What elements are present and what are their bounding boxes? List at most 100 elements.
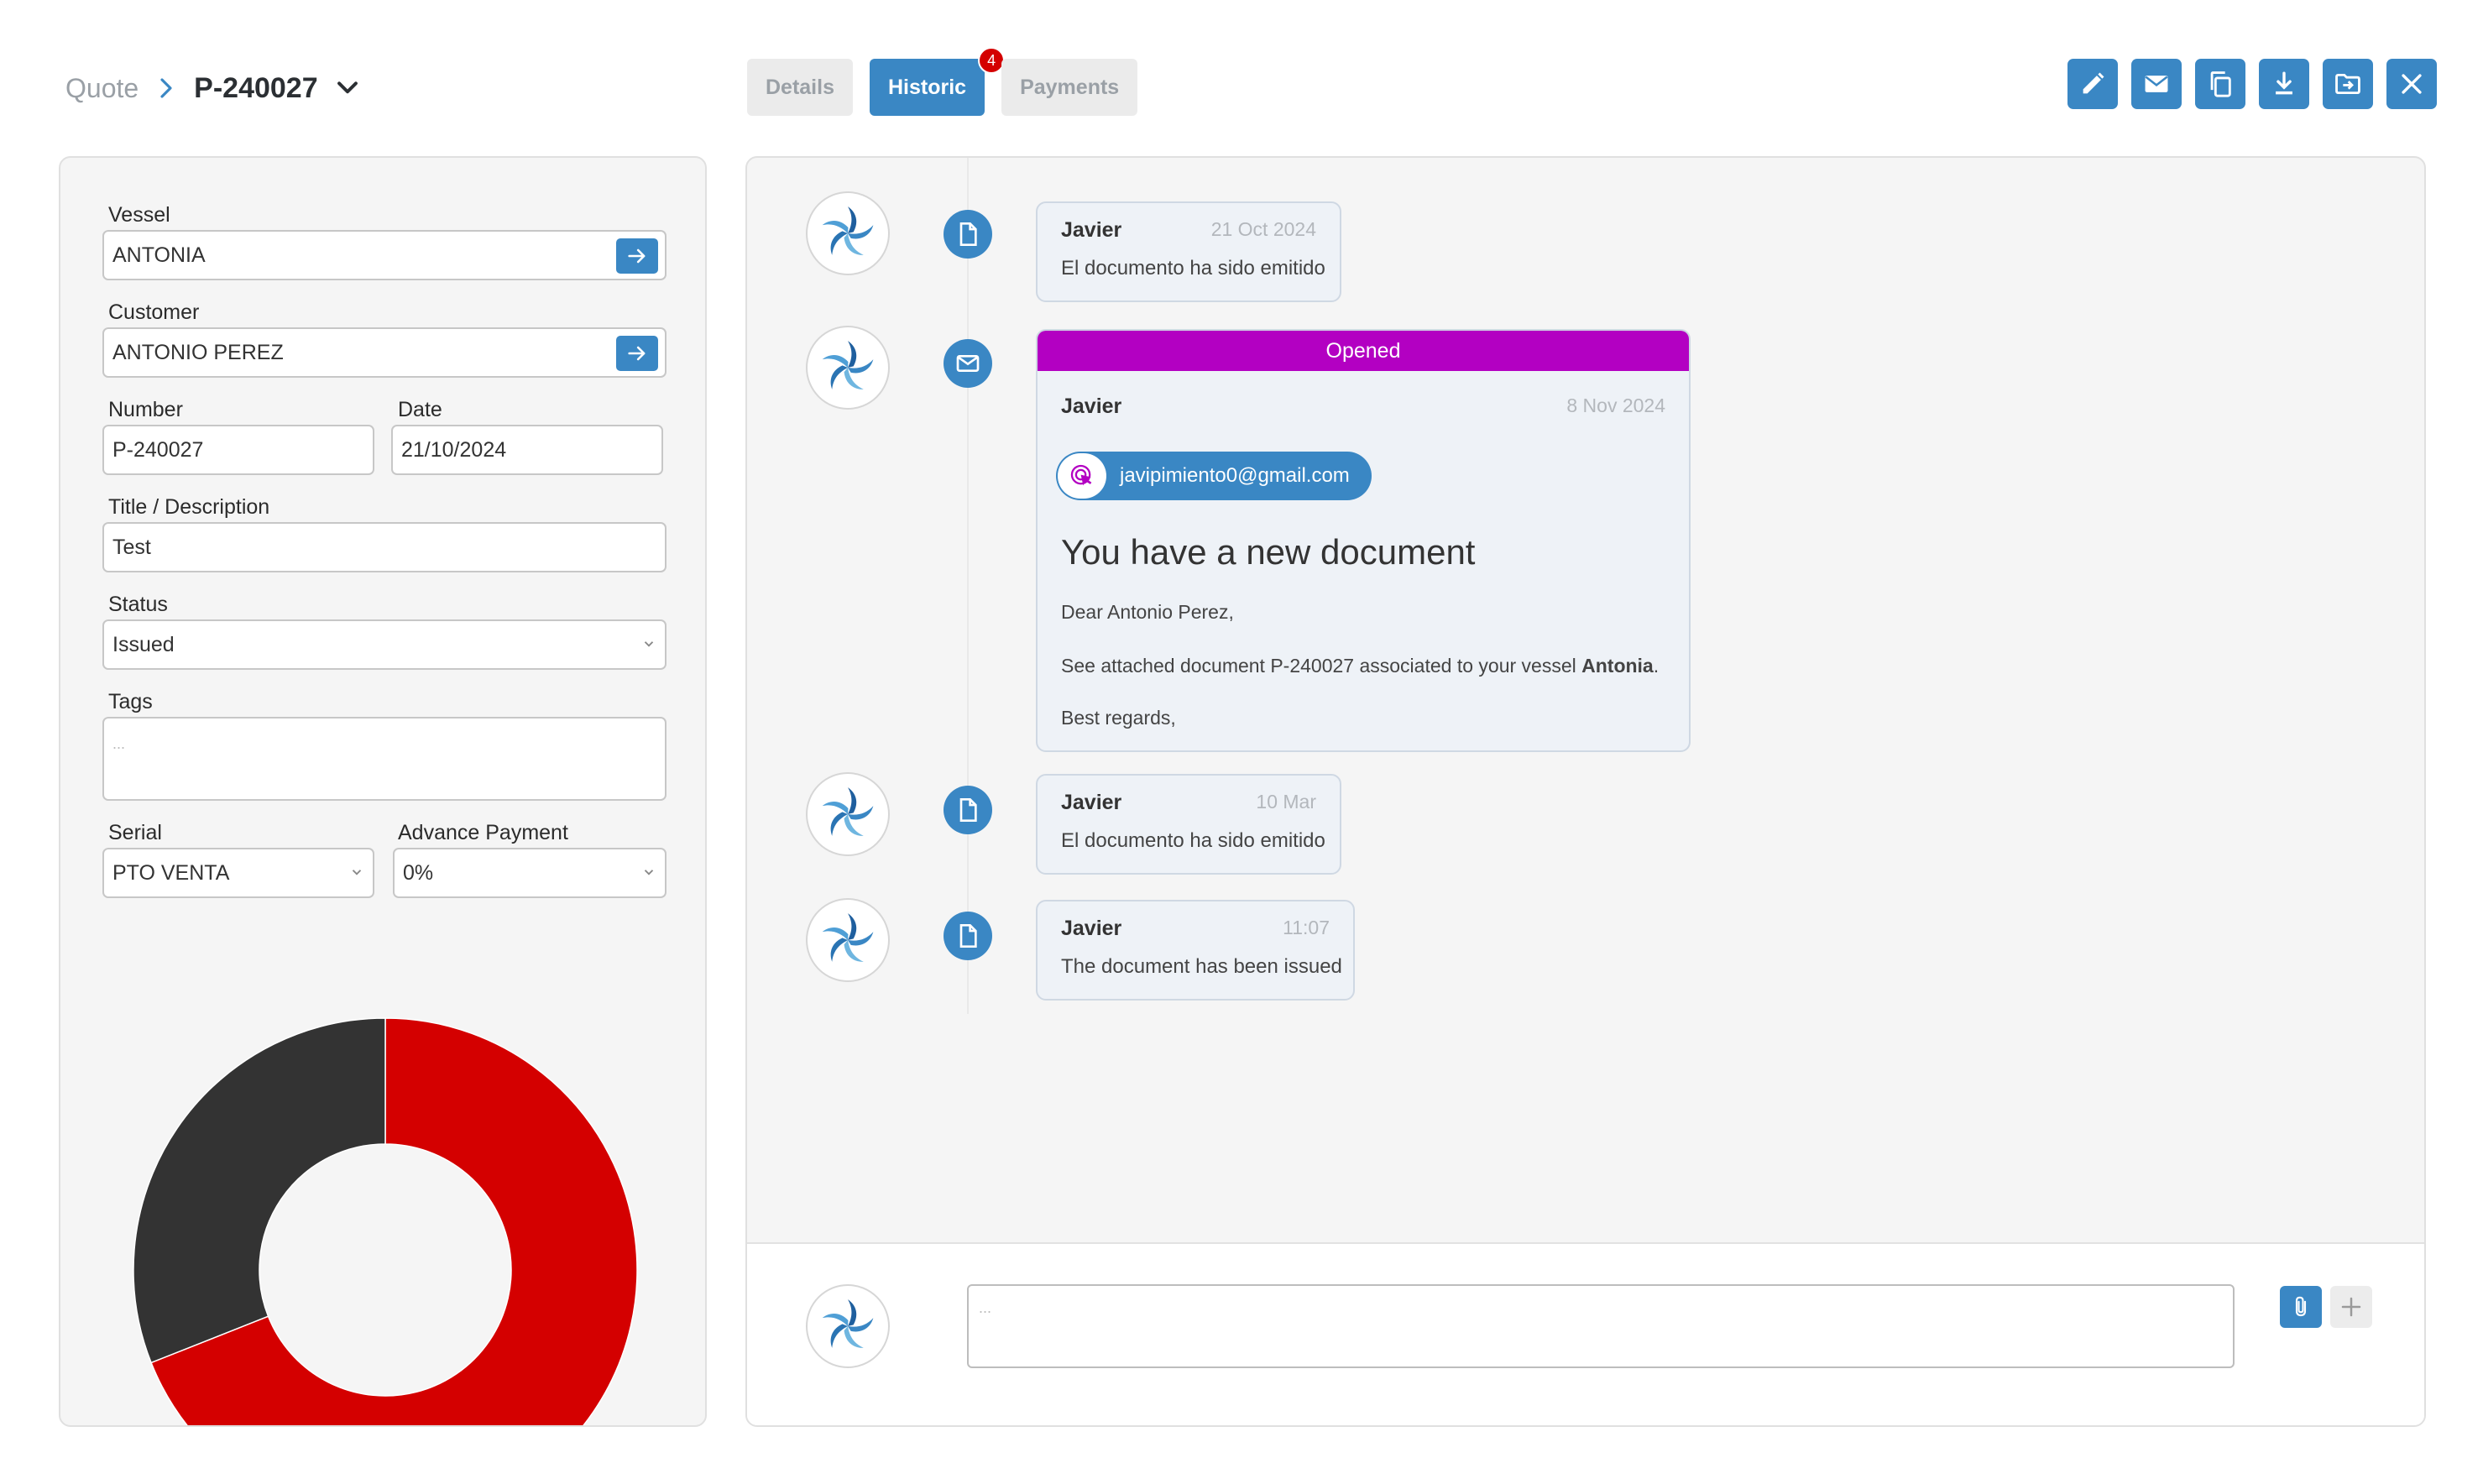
avatar <box>806 898 890 982</box>
entry-time: 10 Mar <box>1256 791 1316 813</box>
attach-button[interactable] <box>2280 1286 2322 1328</box>
company-logo-icon <box>822 206 874 255</box>
serial-select[interactable]: PTO VENTA <box>102 848 374 898</box>
email-entry: Opened Javier 8 Nov 2024 javipimiento0@g… <box>1036 329 1691 752</box>
chevron-down-icon[interactable] <box>333 74 362 102</box>
tab-details[interactable]: Details <box>747 59 853 116</box>
status-value: Issued <box>112 632 175 656</box>
vessel-open-button[interactable] <box>616 238 658 274</box>
paperclip-icon <box>2295 1296 2307 1317</box>
close-icon <box>2402 74 2422 94</box>
chevron-right-icon <box>160 78 172 98</box>
company-logo-icon <box>822 341 874 389</box>
email-opened-tracking-icon <box>1058 453 1106 499</box>
mail-icon <box>944 339 992 388</box>
company-logo-icon <box>822 1299 874 1348</box>
comment-input[interactable]: ... <box>967 1284 2235 1368</box>
number-value: P-240027 <box>112 437 204 462</box>
entry-author: Javier <box>1061 395 1122 418</box>
document-icon <box>944 912 992 960</box>
timeline-line <box>967 158 969 1014</box>
edit-icon <box>2083 72 2104 94</box>
breadcrumb: Quote P-240027 <box>65 67 362 109</box>
vessel-value: ANTONIA <box>112 243 206 267</box>
entry-author: Javier <box>1061 218 1122 242</box>
avatar <box>806 772 890 856</box>
tab-bar: Details Historic 4 Payments <box>747 47 1138 116</box>
tab-payments[interactable]: Payments <box>1001 59 1138 116</box>
date-value: 21/10/2024 <box>401 437 507 462</box>
customer-open-button[interactable] <box>616 336 658 371</box>
tab-historic[interactable]: Historic 4 <box>869 47 1006 116</box>
comment-placeholder: ... <box>979 1299 992 1316</box>
email-greeting: Dear Antonio Perez, <box>1061 601 1234 623</box>
edit-button[interactable] <box>2067 59 2118 109</box>
number-label: Number <box>108 398 183 421</box>
copy-button[interactable] <box>2195 59 2245 109</box>
breadcrumb-current: P-240027 <box>194 71 318 104</box>
document-icon <box>944 786 992 834</box>
arrow-right-icon <box>628 346 646 361</box>
chevron-down-icon <box>644 870 654 875</box>
close-button[interactable] <box>2386 59 2437 109</box>
arrow-right-icon <box>628 248 646 264</box>
customer-value: ANTONIO PEREZ <box>112 340 284 364</box>
move-button[interactable] <box>2323 59 2373 109</box>
document-icon <box>944 210 992 259</box>
title-field[interactable]: Test <box>102 522 666 572</box>
company-logo-icon <box>822 787 874 836</box>
advance-payment-label: Advance Payment <box>398 821 568 844</box>
number-field[interactable]: P-240027 <box>102 425 374 475</box>
entry-author: Javier <box>1061 791 1122 814</box>
avatar <box>806 1284 890 1368</box>
breadcrumb-root[interactable]: Quote <box>65 73 139 104</box>
serial-value: PTO VENTA <box>112 860 230 885</box>
status-select[interactable]: Issued <box>102 619 666 670</box>
entry-time: 8 Nov 2024 <box>1566 395 1665 416</box>
historic-panel: Javier 21 Oct 2024 El documento ha sido … <box>745 156 2426 1427</box>
entry-time: 21 Oct 2024 <box>1210 218 1316 240</box>
tags-input[interactable]: ... <box>102 717 666 801</box>
donut-slice-1 <box>133 1017 386 1364</box>
date-label: Date <box>398 398 442 421</box>
add-button[interactable] <box>2330 1286 2372 1328</box>
copy-icon <box>2210 71 2231 97</box>
advance-payment-value: 0% <box>403 860 434 885</box>
download-button[interactable] <box>2259 59 2309 109</box>
entry-text: El documento ha sido emitido <box>1061 829 1325 852</box>
quote-form-panel: Vessel ANTONIA Customer ANTONIO PEREZ Nu… <box>59 156 707 1427</box>
payment-donut-chart <box>133 1017 638 1425</box>
toolbar <box>2067 59 2437 109</box>
advance-payment-select[interactable]: 0% <box>393 848 666 898</box>
avatar <box>806 326 890 410</box>
avatar <box>806 191 890 275</box>
tags-label: Tags <box>108 690 153 713</box>
title-label: Title / Description <box>108 495 270 519</box>
entry-text: The document has been issued <box>1061 955 1342 978</box>
email-status-banner: Opened <box>1038 331 1689 371</box>
email-button[interactable] <box>2131 59 2182 109</box>
entry-time: 11:07 <box>1283 917 1330 938</box>
vessel-label: Vessel <box>108 203 170 227</box>
title-value: Test <box>112 535 151 559</box>
status-label: Status <box>108 593 168 616</box>
date-field[interactable]: 21/10/2024 <box>391 425 663 475</box>
serial-label: Serial <box>108 821 162 844</box>
chevron-down-icon <box>644 641 654 647</box>
entry-text: El documento ha sido emitido <box>1061 257 1325 280</box>
email-closing: Best regards, <box>1061 707 1176 729</box>
entry-author: Javier <box>1061 917 1122 940</box>
vessel-field[interactable]: ANTONIA <box>102 230 666 280</box>
recipient-email: javipimiento0@gmail.com <box>1120 464 1350 487</box>
company-logo-icon <box>822 913 874 962</box>
history-entry: Javier 21 Oct 2024 El documento ha sido … <box>1036 201 1341 302</box>
move-folder-icon <box>2335 73 2360 95</box>
recipient-chip[interactable]: javipimiento0@gmail.com <box>1056 452 1372 500</box>
mail-icon <box>2145 76 2168 92</box>
chevron-down-icon <box>352 870 362 875</box>
tags-placeholder: ... <box>112 735 126 752</box>
customer-field[interactable]: ANTONIO PEREZ <box>102 327 666 378</box>
download-icon <box>2276 71 2292 95</box>
history-entry: Javier 10 Mar El documento ha sido emiti… <box>1036 774 1341 875</box>
email-vessel-name: Antonia <box>1581 655 1654 677</box>
